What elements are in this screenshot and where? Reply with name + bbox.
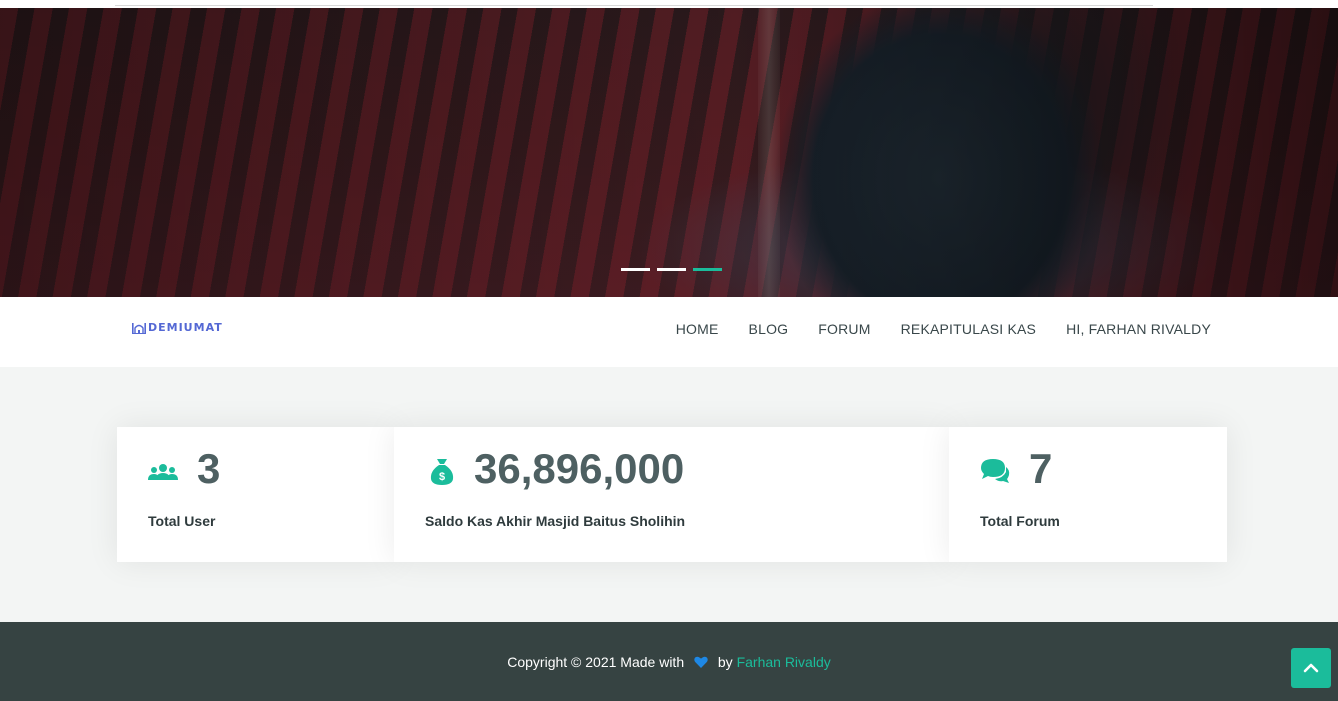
chevron-up-icon [1303, 663, 1319, 673]
hero-carousel [0, 8, 1338, 297]
stat-value: 7 [1029, 445, 1053, 492]
copyright-by: by [717, 654, 733, 670]
stats-section: 3 Total User $ 36,896,000 Saldo Kas Akhi… [117, 427, 1227, 562]
nav-blog[interactable]: BLOG [749, 321, 789, 337]
copyright-prefix: Copyright © 2021 Made with [507, 654, 685, 670]
nav-forum[interactable]: FORUM [818, 321, 870, 337]
carousel-indicator-1[interactable] [621, 268, 650, 271]
stat-value: 36,896,000 [474, 445, 685, 492]
carousel-indicator-2[interactable] [657, 268, 686, 271]
mosque-icon [132, 323, 146, 334]
comments-icon [981, 459, 1010, 483]
money-bag-icon: $ [430, 459, 454, 485]
navbar: DEMIUMAT HOME BLOG FORUM REKAPITULASI KA… [0, 297, 1338, 367]
nav-rekapitulasi-kas[interactable]: REKAPITULASI KAS [901, 321, 1036, 337]
nav-user-greeting[interactable]: HI, FARHAN RIVALDY [1066, 321, 1211, 337]
brand-text: DEMIUMAT [148, 321, 223, 334]
carousel-indicator-3[interactable] [693, 268, 722, 271]
svg-text:$: $ [439, 471, 445, 483]
main-menu: HOME BLOG FORUM REKAPITULASI KAS HI, FAR… [676, 321, 1211, 337]
stat-label: Total Forum [980, 513, 1060, 529]
footer: Copyright © 2021 Made with by Farhan Riv… [0, 622, 1338, 701]
carousel-indicators [621, 268, 722, 271]
top-strip [0, 0, 1338, 8]
stat-card-total-forum: 7 Total Forum [949, 427, 1227, 562]
copyright-text: Copyright © 2021 Made with by Farhan Riv… [0, 654, 1338, 670]
nav-home[interactable]: HOME [676, 321, 719, 337]
stat-value: 3 [197, 445, 221, 492]
back-to-top-button[interactable] [1291, 648, 1331, 688]
stat-card-total-user: 3 Total User [117, 427, 394, 562]
stat-label: Saldo Kas Akhir Masjid Baitus Sholihin [425, 513, 686, 529]
stat-label: Total User [148, 513, 216, 529]
stat-card-saldo-kas: $ 36,896,000 Saldo Kas Akhir Masjid Bait… [394, 427, 949, 562]
heart-icon [694, 656, 708, 668]
author-link[interactable]: Farhan Rivaldy [737, 654, 831, 670]
brand-logo[interactable]: DEMIUMAT [132, 321, 223, 334]
users-icon [148, 464, 178, 480]
